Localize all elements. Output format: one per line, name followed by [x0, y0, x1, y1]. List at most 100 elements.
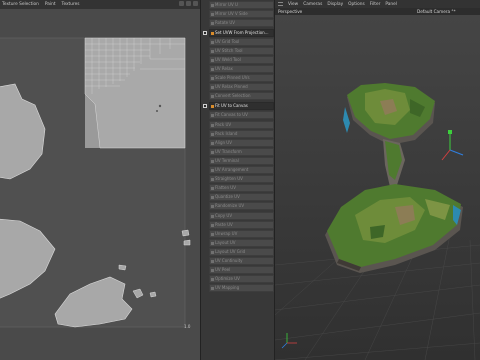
command-label: Pack Island — [215, 131, 238, 136]
menu-options[interactable]: Options — [348, 2, 365, 7]
command-icon — [211, 195, 214, 199]
command-button[interactable]: Fit UV to Canvas — [203, 102, 274, 110]
maximize-icon[interactable] — [193, 1, 198, 6]
command-group: Pack UV Pack Island Align UV UV Transform UV… — [201, 121, 274, 210]
command-button[interactable]: Align UV — [209, 139, 274, 147]
command-button[interactable]: Pack UV — [209, 121, 274, 129]
command-icon — [211, 58, 214, 62]
command-icon — [211, 21, 214, 25]
command-button[interactable]: Unwrap UV — [209, 230, 274, 238]
command-label: Pack UV — [215, 122, 232, 127]
command-icon — [211, 232, 214, 236]
command-button[interactable]: UV Continuity — [209, 257, 274, 265]
command-label: Randomize UV — [215, 203, 245, 208]
command-group: Copy UV Paste UV Unwrap UV Layout UV Layout … — [201, 212, 274, 292]
command-button[interactable]: Randomize UV — [209, 202, 274, 210]
viewport-label: Perspective — [278, 9, 303, 14]
command-label: Fit Canvas to UV — [215, 112, 248, 117]
command-radio-icon[interactable] — [203, 31, 207, 35]
command-icon — [211, 76, 214, 80]
command-button[interactable]: Convert Selection — [209, 92, 274, 100]
command-button[interactable]: UV Mapping — [209, 284, 274, 292]
command-label: UV Stitch Tool — [215, 48, 243, 53]
command-button[interactable]: Layout UV — [209, 239, 274, 247]
command-group: Fit UV to Canvas Fit Canvas to UV — [201, 102, 274, 119]
command-label: Layout UV Grid — [215, 249, 246, 254]
command-button[interactable]: UV Grid Tool — [209, 38, 274, 46]
command-label: Set UVW From Projection... — [215, 30, 269, 35]
command-label: Optimize UV — [215, 276, 240, 281]
command-label: Flatten UV — [215, 185, 236, 190]
command-button[interactable]: Mirror UV V Side — [209, 10, 274, 18]
command-button[interactable]: UV Weld Tool — [209, 56, 274, 64]
command-label: UV Terminal — [215, 158, 239, 163]
uv-canvas[interactable] — [0, 9, 200, 360]
viewport-panel: View Cameras Display Options Filter Pane… — [275, 0, 480, 360]
command-button[interactable]: UV Relax Pinned — [209, 83, 274, 91]
command-label: Unwrap UV — [215, 231, 238, 236]
command-button[interactable]: Rotate UV — [209, 19, 274, 27]
viewport-canvas[interactable] — [275, 15, 480, 360]
viewport-header: Perspective Default Camera °* — [275, 8, 480, 15]
command-button[interactable]: UV Stitch Tool — [209, 47, 274, 55]
command-button[interactable]: UV Relax — [209, 65, 274, 73]
command-button[interactable]: UV Transform — [209, 148, 274, 156]
menu-panel[interactable]: Panel — [385, 2, 397, 7]
uv-editor-panel: Texture Selection Paint Textures 1.0 — [0, 0, 200, 360]
command-button[interactable]: UV Peel — [209, 266, 274, 274]
command-button[interactable]: Copy UV — [209, 212, 274, 220]
camera-label: Default Camera °* — [417, 9, 456, 14]
menu-textures[interactable]: Textures — [62, 2, 80, 7]
command-button[interactable]: Quantize UV — [209, 193, 274, 201]
uv-island-small-2 — [149, 291, 157, 298]
menu-view[interactable]: View — [288, 2, 298, 7]
viewport-menubar: View Cameras Display Options Filter Pane… — [275, 0, 480, 8]
command-button[interactable]: Mirror UV U — [209, 1, 274, 9]
uv-island-mesh — [84, 37, 186, 149]
menu-display[interactable]: Display — [327, 2, 343, 7]
command-icon — [211, 286, 214, 290]
uv-island-small-4 — [181, 229, 190, 237]
menu-paint[interactable]: Paint — [45, 2, 56, 7]
command-label: UV Grid Tool — [215, 39, 240, 44]
command-icon — [211, 123, 214, 127]
command-group: Mirror UV U Mirror UV V Side Rotate UV — [201, 1, 274, 27]
command-button[interactable]: Set UVW From Projection... — [203, 29, 274, 37]
uv-menubar: Texture Selection Paint Textures — [0, 0, 200, 9]
command-button[interactable]: Flatten UV — [209, 184, 274, 192]
command-button[interactable]: Paste UV — [209, 221, 274, 229]
command-icon — [211, 177, 214, 181]
command-icon — [211, 277, 214, 281]
command-label: Straighten UV — [215, 176, 243, 181]
command-icon — [211, 132, 214, 136]
command-button[interactable]: Layout UV Grid — [209, 248, 274, 256]
uv-island-small-5 — [183, 239, 191, 246]
command-button[interactable]: Optimize UV — [209, 275, 274, 283]
command-label: UV Weld Tool — [215, 57, 241, 62]
window-icons — [179, 1, 198, 6]
command-button[interactable]: Scale Pinned UVs — [209, 74, 274, 82]
command-icon — [211, 31, 214, 35]
menu-texture-selection[interactable]: Texture Selection — [2, 2, 39, 7]
menu-filter[interactable]: Filter — [370, 2, 381, 7]
menu-cameras[interactable]: Cameras — [303, 2, 322, 7]
command-radio-icon[interactable] — [203, 104, 207, 108]
zoom-icon[interactable] — [186, 1, 191, 6]
command-button[interactable]: Straighten UV — [209, 175, 274, 183]
command-icon — [211, 94, 214, 98]
uv-coordinate-label: 1.0 — [184, 324, 191, 329]
command-icon — [211, 214, 214, 218]
uv-commands-panel: Mirror UV U Mirror UV V Side Rotate UV Set … — [200, 0, 275, 360]
command-label: Rotate UV — [215, 20, 236, 25]
command-button[interactable]: Pack Island — [209, 130, 274, 138]
command-icon — [211, 223, 214, 227]
command-icon — [211, 67, 214, 71]
pan-icon[interactable] — [179, 1, 184, 6]
grip-icon[interactable] — [278, 2, 283, 6]
command-button[interactable]: UV Terminal — [209, 157, 274, 165]
command-button[interactable]: UV Arrangement — [209, 166, 274, 174]
command-label: Mirror UV U — [215, 2, 238, 7]
command-label: UV Relax — [215, 66, 233, 71]
command-label: Copy UV — [215, 213, 233, 218]
command-button[interactable]: Fit Canvas to UV — [209, 111, 274, 119]
